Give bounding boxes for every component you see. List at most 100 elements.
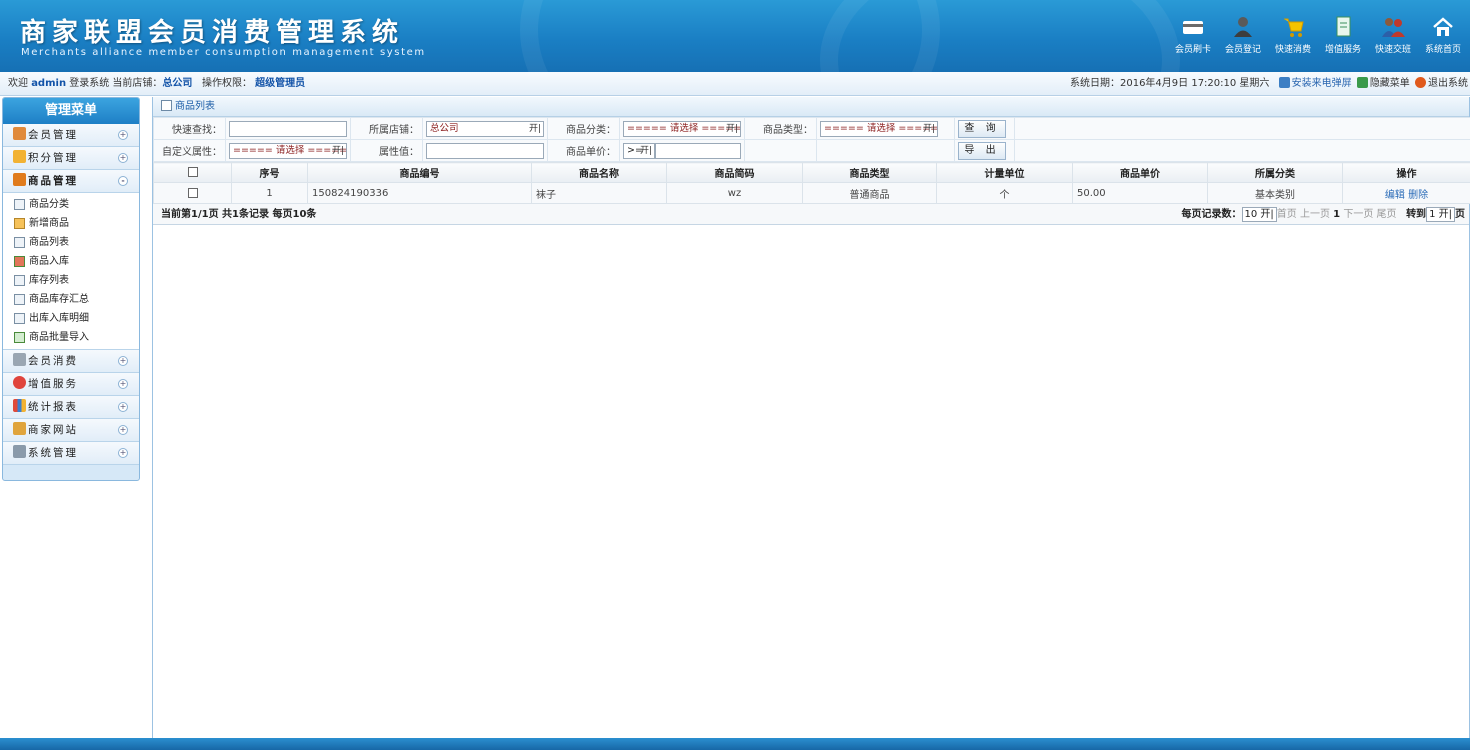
expand-icon[interactable]: + <box>118 379 128 389</box>
quick-search-input[interactable] <box>229 120 347 137</box>
sidebar-item-new-goods[interactable]: 新增商品 <box>3 214 139 233</box>
sidebar-item-label: 出库入库明细 <box>29 313 89 324</box>
expand-icon[interactable]: + <box>118 153 128 163</box>
sidebar-item-goods-list[interactable]: 商品列表 <box>3 233 139 252</box>
permission-label: 操作权限： <box>201 78 252 89</box>
column-header: 序号 <box>231 162 308 183</box>
permission-value: 超级管理员 <box>255 78 306 89</box>
expand-icon[interactable]: + <box>118 356 128 366</box>
column-header: 商品名称 <box>531 162 667 183</box>
next-page-link[interactable]: 下一页 <box>1343 209 1373 220</box>
toolbar-label: 快速交班 <box>1374 45 1411 55</box>
sidebar-item-label: 库存列表 <box>29 275 69 286</box>
current-page: 1 <box>1333 209 1341 220</box>
attr-value-input[interactable] <box>426 142 544 159</box>
category-label: 商品分类： <box>547 117 620 140</box>
sidebar-item-label: 商品列表 <box>29 237 69 248</box>
toolbar-quick-consume-button[interactable]: 快速消费 <box>1268 14 1318 55</box>
menu-group-label: 商品管理 <box>28 175 78 187</box>
column-header: 计量单位 <box>936 162 1073 183</box>
menu-group-member[interactable]: 会员管理 + <box>3 124 139 147</box>
cell-type: 普通商品 <box>802 182 937 204</box>
row-checkbox[interactable] <box>187 187 198 198</box>
store-select-value: 总公司 <box>430 122 459 134</box>
price-label: 商品单价： <box>547 139 620 162</box>
prev-page-link[interactable]: 上一页 <box>1300 209 1330 220</box>
first-page-link[interactable]: 首页 <box>1277 209 1297 220</box>
sidebar-item-in-out-detail[interactable]: 出库入库明细 <box>3 309 139 328</box>
table-header-row: 序号 商品编号 商品名称 商品简码 商品类型 计量单位 商品单价 所属分类 操作 <box>153 162 1470 183</box>
query-button[interactable]: 查 询 <box>958 119 1006 138</box>
last-page-link[interactable]: 尾页 <box>1377 209 1397 220</box>
edit-link[interactable]: 编辑 <box>1385 190 1405 201</box>
menu-group-reports[interactable]: 统计报表 + <box>3 396 139 419</box>
menu-group-points[interactable]: 积分管理 + <box>3 147 139 170</box>
consume-icon <box>13 353 26 366</box>
column-header: 所属分类 <box>1207 162 1343 183</box>
delete-link[interactable]: 删除 <box>1408 190 1428 201</box>
expand-icon[interactable]: + <box>118 448 128 458</box>
table-icon <box>14 237 25 248</box>
select-all-checkbox[interactable] <box>187 167 198 177</box>
sidebar-item-goods-category[interactable]: 商品分类 <box>3 195 139 214</box>
sidebar-item-label: 商品分类 <box>29 199 69 210</box>
sidebar-item-label: 商品入库 <box>29 256 69 267</box>
list-icon <box>14 275 25 286</box>
list-icon <box>14 199 25 210</box>
sidebar-title: 管理菜单 <box>3 98 139 124</box>
menu-group-system[interactable]: 系统管理 + <box>3 442 139 465</box>
goto-page-select[interactable]: 1 开| <box>1426 206 1455 222</box>
column-header: 商品编号 <box>307 162 532 183</box>
welcome-text: 欢迎 <box>8 78 28 89</box>
toolbar-member-register-button[interactable]: 会员登记 <box>1218 14 1268 55</box>
menu-group-consume[interactable]: 会员消费 + <box>3 350 139 373</box>
expand-icon[interactable]: + <box>118 130 128 140</box>
sidebar-item-batch-import[interactable]: 商品批量导入 <box>3 328 139 347</box>
goto-label: 转到 <box>1406 209 1427 220</box>
install-popup-link[interactable]: 安装来电弹屏 <box>1292 78 1352 89</box>
toolbar-home-button[interactable]: 系统首页 <box>1418 14 1468 55</box>
user-icon <box>1234 17 1252 37</box>
per-page-select[interactable]: 10 开| <box>1241 206 1277 222</box>
pagination-controls: 每页记录数： 10 开| 首页 上一页 1 下一页 尾页 转到 1 开| 页 <box>1182 204 1465 225</box>
menu-group-goods[interactable]: 商品管理 - <box>3 170 139 193</box>
store-select[interactable]: 总公司 开| <box>426 120 544 137</box>
custom-attr-select[interactable]: ===== 请选择 ===== 开| <box>229 142 348 159</box>
sidebar-item-stock-in[interactable]: 商品入库 <box>3 252 139 271</box>
menu-group-label: 系统管理 <box>28 447 78 459</box>
price-operator-select[interactable]: >= 开| <box>623 142 655 159</box>
logout-link[interactable]: 退出系统 <box>1428 78 1468 89</box>
category-select[interactable]: ===== 请选择 ===== 开| <box>623 120 741 137</box>
custom-attr-select-value: ===== 请选择 ===== <box>233 144 348 156</box>
bar-chart-icon <box>13 399 26 412</box>
hide-menu-link[interactable]: 隐藏菜单 <box>1370 78 1410 89</box>
goto-page-value: 1 <box>1429 208 1436 220</box>
menu-group-value-added[interactable]: 增值服务 + <box>3 373 139 396</box>
toolbar-card-swipe-button[interactable]: 会员刷卡 <box>1168 14 1218 55</box>
home-icon <box>1433 17 1453 36</box>
menu-group-website[interactable]: 商家网站 + <box>3 419 139 442</box>
toolbar-value-added-button[interactable]: 增值服务 <box>1318 14 1368 55</box>
goods-submenu: 商品分类 新增商品 商品列表 商品入库 库存列表 商品库存汇总 出库入库明细 商… <box>3 193 139 350</box>
attr-value-label: 属性值： <box>350 139 423 162</box>
sidebar-item-inventory-list[interactable]: 库存列表 <box>3 271 139 290</box>
app-header: 商家联盟会员消费管理系统 Merchants alliance member c… <box>0 0 1470 72</box>
search-form: 快速查找： 所属店铺： 总公司 开| 商品分类： ===== 请选择 ===== 开… <box>153 117 1470 162</box>
toolbar-handover-button[interactable]: 快速交班 <box>1368 14 1418 55</box>
phone-icon <box>1278 77 1290 88</box>
price-input[interactable] <box>655 142 741 159</box>
dropdown-arrow-icon: 开| <box>639 145 652 156</box>
expand-icon[interactable]: + <box>118 402 128 412</box>
type-select[interactable]: ===== 请选择 ===== 开| <box>820 120 938 137</box>
page-title: 商品列表 <box>175 101 215 112</box>
menu-group-label: 会员消费 <box>28 355 78 367</box>
column-header: 商品类型 <box>802 162 937 183</box>
current-store: 总公司 <box>162 78 193 89</box>
toolbar-label: 快速消费 <box>1274 45 1311 55</box>
collapse-icon[interactable]: - <box>118 176 128 186</box>
sidebar-item-inventory-summary[interactable]: 商品库存汇总 <box>3 290 139 309</box>
page-suffix: 页 <box>1455 209 1465 220</box>
expand-icon[interactable]: + <box>118 425 128 435</box>
export-button[interactable]: 导 出 <box>958 141 1006 160</box>
toolbar-label: 会员刷卡 <box>1174 45 1211 55</box>
